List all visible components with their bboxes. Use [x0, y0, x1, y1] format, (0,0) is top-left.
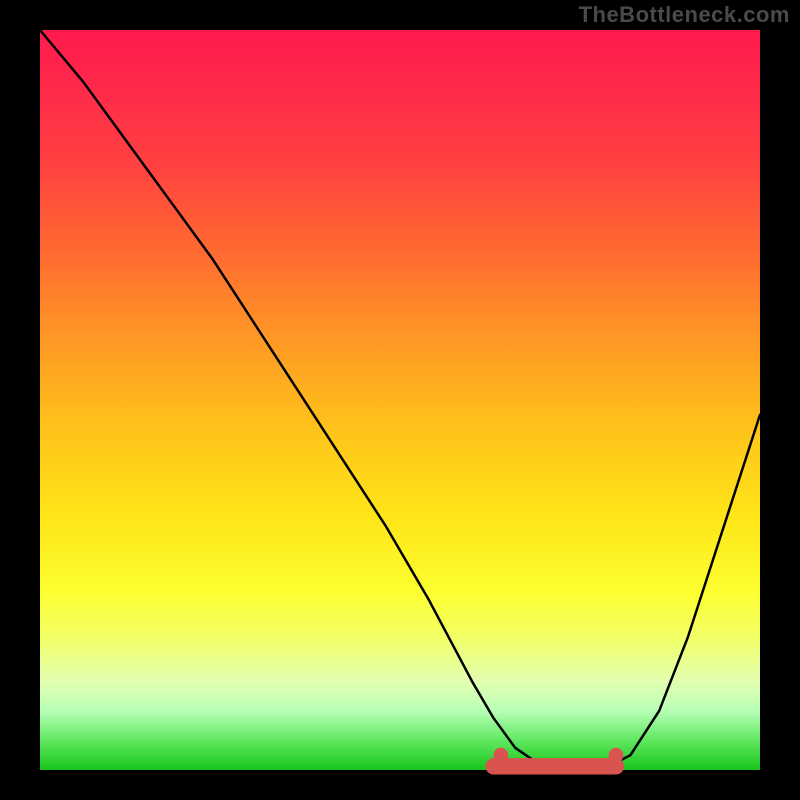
trough-marker-left: [493, 748, 508, 763]
plot-area: [40, 30, 760, 770]
trough-marker-right: [609, 748, 624, 763]
chart-frame: TheBottleneck.com: [0, 0, 800, 800]
watermark-text: TheBottleneck.com: [579, 2, 790, 28]
chart-svg: [40, 30, 760, 770]
curve-path: [40, 30, 760, 770]
